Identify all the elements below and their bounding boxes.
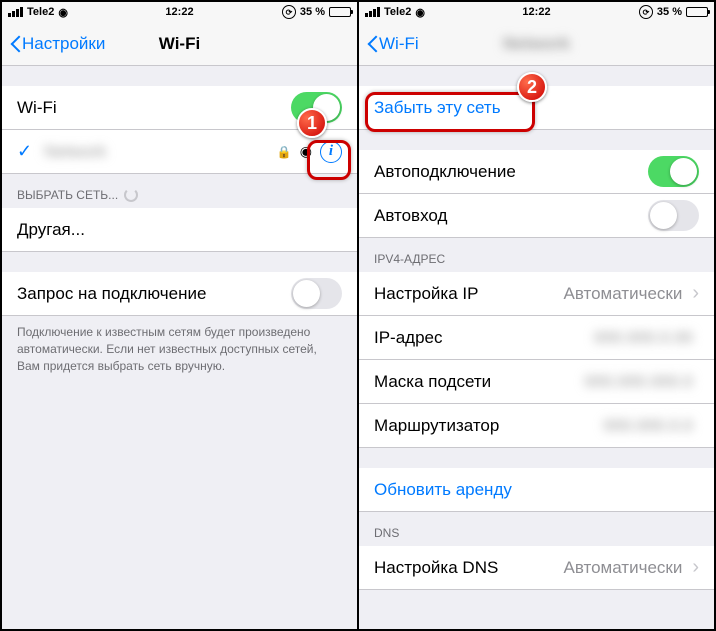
configure-ip-label: Настройка IP xyxy=(374,284,563,304)
wifi-status-icon: ◉ xyxy=(415,6,425,19)
network-name: Network xyxy=(44,142,277,162)
carrier-label: Tele2 xyxy=(27,6,54,18)
chevron-right-icon: › xyxy=(692,556,699,579)
status-bar: Tele2 ◉ 12:22 ⟳ 35 % xyxy=(2,2,357,22)
dns-header: DNS xyxy=(359,512,714,546)
ask-to-join-toggle[interactable] xyxy=(291,278,342,309)
auto-join-row[interactable]: Автоподключение xyxy=(359,150,714,194)
back-button[interactable]: Wi-Fi xyxy=(367,34,419,54)
chevron-left-icon xyxy=(367,34,379,54)
back-button[interactable]: Настройки xyxy=(10,34,105,54)
wifi-signal-icon: ◉ xyxy=(300,143,312,160)
nav-bar: Настройки Wi-Fi xyxy=(2,22,357,66)
wifi-toggle[interactable] xyxy=(291,92,342,123)
content: Wi-Fi ✓ Network 🔒 ◉ i ВЫБРАТЬ СЕТЬ... Др… xyxy=(2,66,357,629)
other-network-label: Другая... xyxy=(17,220,342,240)
ip-address-label: IP-адрес xyxy=(374,328,594,348)
footer-note: Подключение к известным сетям будет прои… xyxy=(2,316,357,382)
router-row: Маршрутизатор 000.000.0.0 xyxy=(359,404,714,448)
configure-dns-row[interactable]: Настройка DNS Автоматически › xyxy=(359,546,714,590)
battery-icon xyxy=(329,7,351,17)
back-label: Настройки xyxy=(22,34,105,54)
subnet-row: Маска подсети 000.000.000.0 xyxy=(359,360,714,404)
other-network-row[interactable]: Другая... xyxy=(2,208,357,252)
orientation-lock-icon: ⟳ xyxy=(282,5,296,19)
clock-label: 12:22 xyxy=(522,6,550,18)
wifi-status-icon: ◉ xyxy=(58,6,68,19)
subnet-label: Маска подсети xyxy=(374,372,584,392)
battery-icon xyxy=(686,7,708,17)
configure-dns-label: Настройка DNS xyxy=(374,558,563,578)
auto-login-row[interactable]: Автовход xyxy=(359,194,714,238)
clock-label: 12:22 xyxy=(165,6,193,18)
ipv4-header: IPV4-АДРЕС xyxy=(359,238,714,272)
forget-network-row[interactable]: Забыть эту сеть xyxy=(359,86,714,130)
auto-join-toggle[interactable] xyxy=(648,156,699,187)
signal-bars-icon xyxy=(8,7,23,17)
carrier-label: Tele2 xyxy=(384,6,411,18)
wifi-toggle-label: Wi-Fi xyxy=(17,98,291,118)
auto-login-label: Автовход xyxy=(374,206,648,226)
choose-network-header: ВЫБРАТЬ СЕТЬ... xyxy=(2,174,357,208)
phone-wifi-list: Tele2 ◉ 12:22 ⟳ 35 % Настройки Wi-Fi Wi-… xyxy=(2,2,357,629)
lock-icon: 🔒 xyxy=(277,145,292,159)
chevron-right-icon: › xyxy=(692,282,699,305)
check-icon: ✓ xyxy=(17,141,32,162)
auto-login-toggle[interactable] xyxy=(648,200,699,231)
ask-to-join-label: Запрос на подключение xyxy=(17,284,291,304)
content: Забыть эту сеть Автоподключение Автовход… xyxy=(359,66,714,629)
router-value: 000.000.0.0 xyxy=(603,416,693,436)
chevron-left-icon xyxy=(10,34,22,54)
ip-address-row: IP-адрес 000.000.0.00 xyxy=(359,316,714,360)
orientation-lock-icon: ⟳ xyxy=(639,5,653,19)
configure-ip-row[interactable]: Настройка IP Автоматически › xyxy=(359,272,714,316)
info-icon[interactable]: i xyxy=(320,141,342,163)
battery-pct-label: 35 % xyxy=(300,6,325,18)
auto-join-label: Автоподключение xyxy=(374,162,648,182)
wifi-toggle-row[interactable]: Wi-Fi xyxy=(2,86,357,130)
ip-address-value: 000.000.0.00 xyxy=(594,328,693,348)
configure-ip-value: Автоматически xyxy=(563,284,682,304)
nav-bar: Wi-Fi Network xyxy=(359,22,714,66)
connected-network-row[interactable]: ✓ Network 🔒 ◉ i xyxy=(2,130,357,174)
configure-dns-value: Автоматически xyxy=(563,558,682,578)
battery-pct-label: 35 % xyxy=(657,6,682,18)
status-bar: Tele2 ◉ 12:22 ⟳ 35 % xyxy=(359,2,714,22)
page-title: Network xyxy=(503,34,570,54)
renew-lease-row[interactable]: Обновить аренду xyxy=(359,468,714,512)
router-label: Маршрутизатор xyxy=(374,416,603,436)
signal-bars-icon xyxy=(365,7,380,17)
renew-lease-label: Обновить аренду xyxy=(374,480,699,500)
ask-to-join-row[interactable]: Запрос на подключение xyxy=(2,272,357,316)
spinner-icon xyxy=(124,188,138,202)
subnet-value: 000.000.000.0 xyxy=(584,372,693,392)
page-title: Wi-Fi xyxy=(159,34,200,54)
phone-network-detail: Tele2 ◉ 12:22 ⟳ 35 % Wi-Fi Network Забыт… xyxy=(359,2,714,629)
forget-network-label: Забыть эту сеть xyxy=(374,98,699,118)
